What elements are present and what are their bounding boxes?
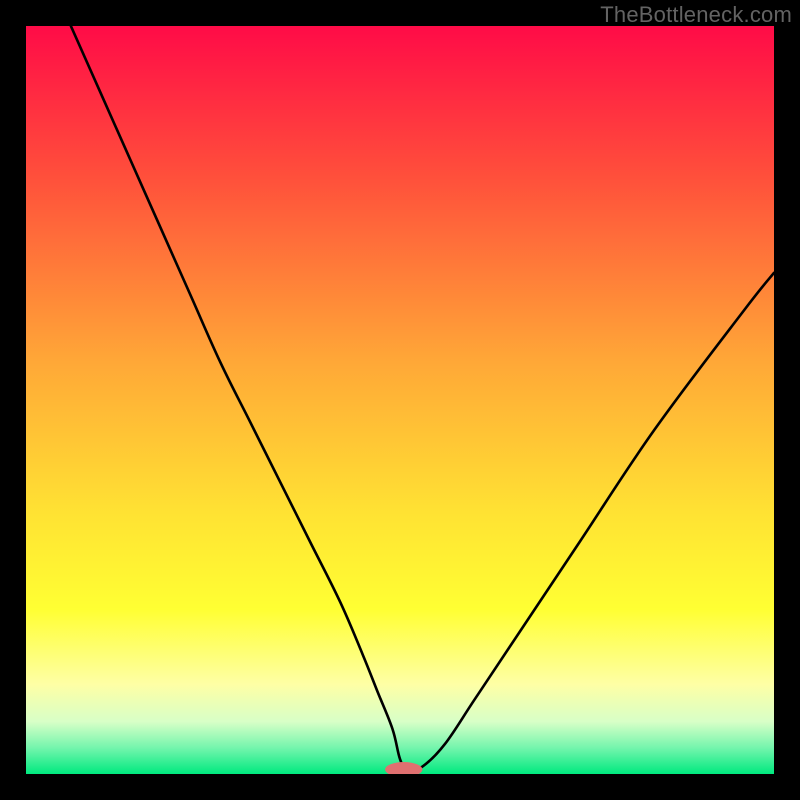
bottleneck-chart-svg — [26, 26, 774, 774]
watermark-text: TheBottleneck.com — [600, 2, 792, 28]
plot-area — [26, 26, 774, 774]
chart-frame: TheBottleneck.com — [0, 0, 800, 800]
gradient-background — [26, 26, 774, 774]
